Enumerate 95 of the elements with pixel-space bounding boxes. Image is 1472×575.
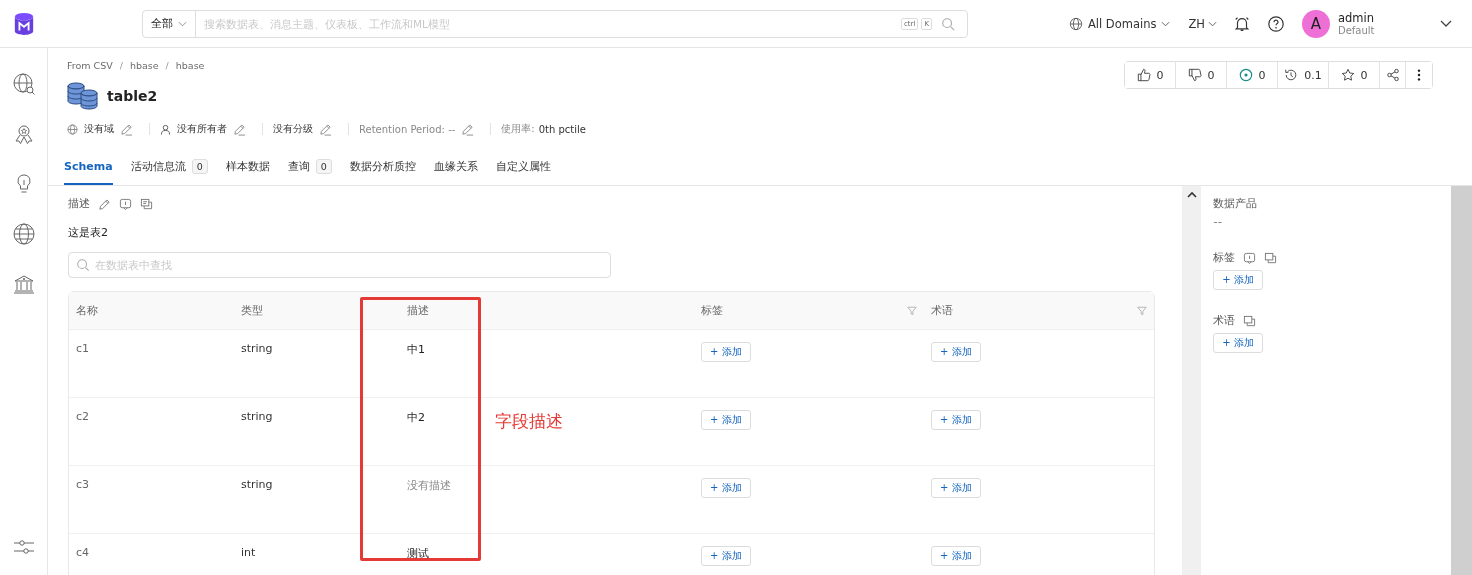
chevron-down-icon [178, 20, 187, 27]
add-tag-button[interactable]: + 添加 [701, 410, 751, 430]
user-role: Default [1338, 25, 1376, 36]
logo-icon[interactable] [13, 11, 35, 36]
meta-label: 使用率: [501, 122, 535, 136]
share-icon [1385, 68, 1400, 82]
language-dropdown[interactable]: ZH [1188, 16, 1217, 31]
filter-icon[interactable] [1137, 305, 1147, 316]
help-icon[interactable] [1267, 14, 1285, 33]
request-icon[interactable] [119, 197, 132, 211]
add-term-button[interactable]: + 添加 [931, 342, 981, 362]
thumbs-up-icon [1136, 68, 1151, 82]
edit-icon[interactable] [319, 122, 332, 136]
tab[interactable]: 样本数据 [225, 159, 270, 185]
add-term-button[interactable]: + 添加 [931, 478, 981, 498]
filter-icon[interactable] [907, 305, 917, 316]
column-header: 标签 [701, 303, 723, 318]
edit-icon[interactable] [461, 122, 475, 136]
tab[interactable]: 查询 0 [287, 159, 332, 185]
meta-label: 没有域 [84, 122, 114, 136]
meta-label: Retention Period: -- [359, 123, 456, 135]
scrollbar[interactable] [1450, 186, 1472, 575]
breadcrumb-separator: / [165, 60, 169, 71]
target-icon [1238, 68, 1253, 82]
data-products-label: 数据产品 [1213, 197, 1258, 211]
table-cell: string [241, 342, 273, 355]
data-products-value: -- [1213, 215, 1222, 229]
history-icon [1284, 68, 1299, 82]
meta-label: 没有所有者 [177, 122, 227, 136]
add-term-button[interactable]: + 添加 [931, 410, 981, 430]
tab[interactable]: 数据分析质控 [349, 159, 416, 185]
table-cell: 中2 [407, 411, 425, 424]
like-button[interactable]: 0 [1125, 62, 1176, 88]
column-header: 名称 [76, 303, 98, 318]
add-tag-button[interactable]: + 添加 [701, 478, 751, 498]
tab[interactable]: 自定义属性 [495, 159, 551, 185]
globe-icon [1068, 16, 1083, 31]
thumbs-down-icon [1187, 68, 1202, 82]
tab[interactable]: 血缘关系 [433, 159, 478, 185]
chevron-down-icon[interactable] [1440, 19, 1452, 28]
chevron-down-icon [1208, 20, 1217, 27]
edit-icon[interactable] [233, 122, 246, 136]
database-icon [67, 81, 99, 111]
add-term-button[interactable]: + 添加 [931, 546, 981, 566]
add-tag-button[interactable]: + 添加 [1213, 270, 1263, 290]
breadcrumb-link[interactable]: hbase [175, 60, 205, 71]
search-icon [76, 258, 90, 272]
user-icon [160, 123, 171, 135]
tags-label: 标签 [1213, 251, 1236, 265]
description-text: 这是表2 [68, 225, 109, 240]
table-cell: c3 [76, 478, 90, 491]
table-cell: c4 [76, 546, 90, 559]
table-cell: 测试 [407, 547, 429, 560]
tab-count: 0 [315, 159, 332, 174]
globe-icon[interactable] [11, 222, 36, 246]
chevron-up-icon[interactable] [1186, 191, 1197, 198]
breadcrumb-separator: / [119, 60, 123, 71]
globe-search-icon[interactable] [11, 72, 36, 96]
comment-icon[interactable] [1264, 251, 1278, 265]
table-cell: 没有描述 [407, 479, 451, 492]
column-header: 术语 [931, 303, 953, 318]
table-cell: string [241, 478, 273, 491]
user-avatar[interactable]: A [1302, 9, 1330, 38]
globe-icon [67, 123, 78, 135]
comment-icon[interactable] [1243, 314, 1257, 328]
edit-icon[interactable] [98, 197, 111, 211]
request-icon[interactable] [1243, 251, 1257, 265]
table-cell: c2 [76, 410, 90, 423]
breadcrumb-link[interactable]: From CSV [67, 60, 113, 71]
breadcrumb-link[interactable]: hbase [129, 60, 159, 71]
entity-title: table2 [107, 88, 158, 104]
annotation-text: 字段描述 [495, 410, 563, 433]
star-icon [1340, 68, 1355, 82]
column-header: 类型 [241, 303, 263, 318]
chevron-down-icon [1161, 20, 1171, 27]
comment-icon[interactable] [140, 197, 153, 211]
description-label: 描述 [68, 197, 90, 211]
domain-dropdown[interactable]: All Domains [1068, 16, 1171, 31]
table-cell: int [241, 546, 256, 559]
tab[interactable]: 活动信息流 0 [130, 159, 208, 185]
add-term-button[interactable]: + 添加 [1213, 333, 1263, 353]
table-cell: string [241, 410, 273, 423]
meta-label: 没有分级 [273, 122, 313, 136]
column-header: 描述 [407, 303, 429, 318]
meta-value: 0th pctile [538, 123, 586, 135]
table-cell: 中1 [407, 343, 425, 356]
add-tag-button[interactable]: + 添加 [701, 546, 751, 566]
search-icon[interactable] [941, 16, 955, 31]
tab-count: 0 [191, 159, 208, 174]
table-cell: c1 [76, 342, 90, 355]
tab[interactable]: Schema [64, 159, 113, 185]
user-name: admin [1338, 11, 1376, 25]
edit-icon[interactable] [120, 122, 133, 136]
glossary-label: 术语 [1213, 314, 1236, 328]
add-tag-button[interactable]: + 添加 [701, 342, 751, 362]
